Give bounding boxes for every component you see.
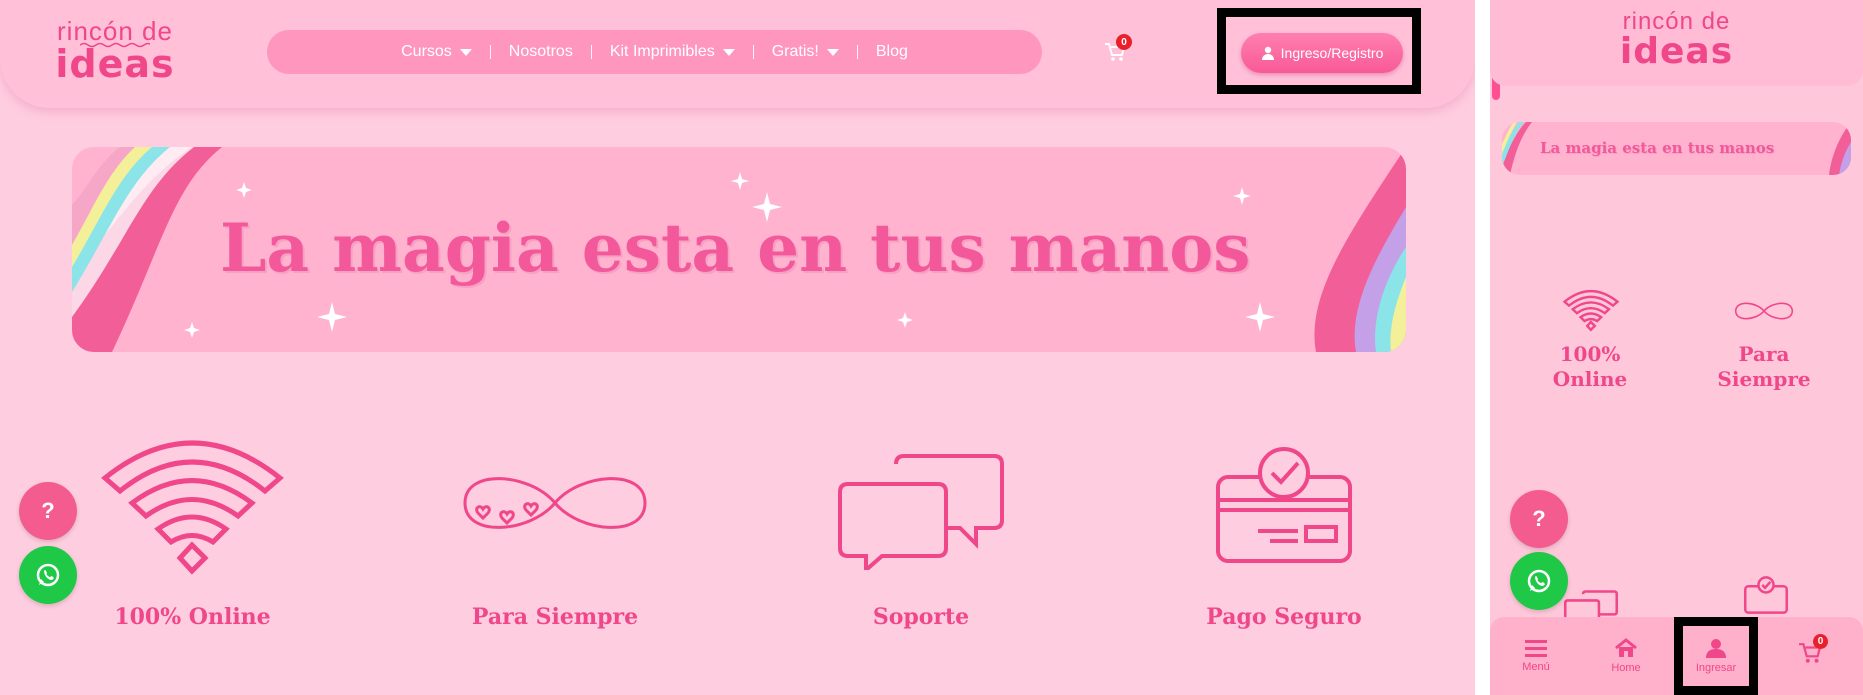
hero-banner: La magia esta en tus manos: [72, 147, 1406, 352]
nav-label: Nosotros: [508, 43, 573, 60]
help-label: ?: [41, 498, 55, 523]
logo-line1: rincón de: [57, 16, 173, 46]
mobile-feature-label-online: 100% Online: [1552, 342, 1628, 391]
nav-label: Cursos: [401, 43, 452, 60]
nav-separator: [856, 45, 858, 59]
infinity-icon: [460, 468, 650, 538]
logo-wave-icon: [80, 42, 150, 48]
logo-line2: ideas: [55, 42, 175, 86]
nav-item-gratis[interactable]: Gratis!: [754, 43, 857, 61]
whatsapp-icon: [36, 563, 60, 587]
nav-item-blog[interactable]: Blog: [858, 43, 926, 61]
banner-headline: La magia esta en tus manos: [220, 209, 1251, 287]
chevron-down-icon: [722, 48, 735, 56]
bottom-nav-menu[interactable]: Menú: [1496, 617, 1576, 695]
rainbow-right-decoration: [1829, 122, 1851, 175]
mobile-hero-banner: La magia esta en tus manos: [1502, 122, 1851, 175]
nav-label: Kit Imprimibles: [609, 43, 715, 60]
bottom-nav-home[interactable]: Home: [1586, 617, 1666, 695]
login-register-label: Ingreso/Registro: [1280, 45, 1384, 61]
mobile-site-logo[interactable]: rincón de ideas: [1610, 10, 1743, 70]
mobile-bottom-nav: Menú Home Ingresar 0: [1490, 617, 1863, 695]
nav-item-nosotros[interactable]: Nosotros: [491, 43, 591, 61]
whatsapp-button[interactable]: [19, 546, 77, 604]
nav-separator: [752, 45, 754, 59]
nav-item-cursos[interactable]: Cursos: [383, 43, 490, 61]
whatsapp-icon: [1527, 569, 1551, 593]
cart-button[interactable]: 0: [1104, 34, 1132, 67]
mobile-feature-label-siempre: Para Siempre: [1717, 342, 1811, 391]
nav-item-kit-imprimibles[interactable]: Kit Imprimibles: [592, 43, 753, 61]
bottom-nav-label: Home: [1611, 662, 1641, 674]
chevron-down-icon: [459, 48, 472, 56]
main-nav: Cursos Nosotros Kit Imprimibles Gratis! …: [267, 30, 1042, 74]
bottom-nav-ingresar[interactable]: Ingresar: [1676, 617, 1756, 695]
nav-separator: [489, 45, 491, 59]
panel-divider: [1475, 0, 1490, 695]
logo-line2: ideas: [1619, 31, 1734, 72]
wifi-icon: [1562, 288, 1620, 337]
user-icon: [1706, 639, 1726, 658]
mobile-banner-headline: La magia esta en tus manos: [1540, 139, 1775, 157]
chat-bubbles-icon: [836, 452, 1006, 570]
help-label: ?: [1532, 506, 1546, 531]
wifi-icon: [100, 433, 285, 578]
bottom-nav-cart[interactable]: 0: [1770, 617, 1850, 695]
card-check-icon: [1744, 576, 1788, 619]
menu-icon: [1525, 640, 1547, 657]
rainbow-left-decoration: [1502, 122, 1532, 175]
mobile-whatsapp-button[interactable]: [1510, 552, 1568, 610]
login-register-button[interactable]: Ingreso/Registro: [1241, 33, 1403, 73]
site-logo[interactable]: rincón de ideas: [50, 18, 180, 84]
feature-label-pago: Pago Seguro: [1206, 604, 1362, 630]
desktop-view: rincón de ideas Cursos Nosotros Kit Impr…: [0, 0, 1475, 695]
cart-count-badge: 0: [1813, 633, 1828, 649]
mobile-view: rincón de ideas La magia esta en tus man…: [1490, 0, 1863, 695]
bottom-nav-label: Ingresar: [1695, 662, 1737, 674]
feature-label-soporte: Soporte: [872, 604, 970, 630]
feature-label-siempre: Para Siempre: [471, 604, 639, 630]
mobile-header: rincón de ideas: [1490, 0, 1863, 86]
nav-label: Gratis!: [771, 43, 819, 60]
chevron-down-icon: [826, 48, 839, 56]
nav-label: Blog: [875, 43, 908, 60]
cart-count-badge: 0: [1116, 34, 1132, 50]
mobile-help-button[interactable]: ?: [1510, 490, 1568, 548]
user-icon: [1261, 46, 1274, 60]
site-header: rincón de ideas Cursos Nosotros Kit Impr…: [0, 0, 1475, 108]
infinity-icon: [1734, 300, 1794, 327]
bottom-nav-label: Menú: [1522, 661, 1550, 673]
feature-label-online: 100% Online: [114, 604, 271, 630]
card-check-icon: [1214, 445, 1354, 565]
nav-separator: [590, 45, 592, 59]
help-button[interactable]: ?: [19, 482, 77, 540]
home-icon: [1615, 638, 1637, 657]
